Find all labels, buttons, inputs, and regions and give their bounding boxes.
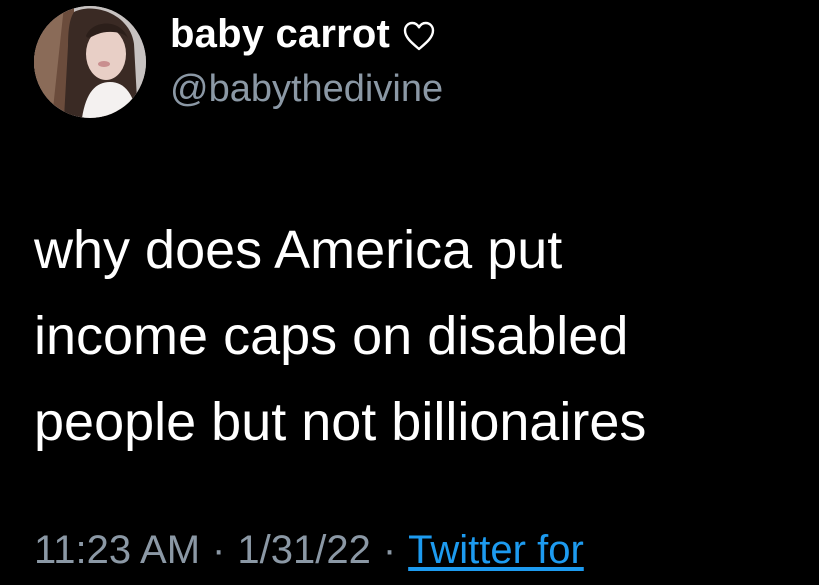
avatar[interactable]	[34, 6, 146, 118]
tweet-date[interactable]: 1/31/22	[237, 528, 370, 573]
tweet-source-link[interactable]: Twitter for	[408, 528, 584, 573]
avatar-photo	[34, 6, 146, 118]
white-heart-icon	[402, 20, 436, 52]
user-handle[interactable]: @babythedivine	[170, 68, 443, 111]
tweet-time[interactable]: 11:23 AM	[34, 528, 200, 573]
tweet-text: why does America put income caps on disa…	[34, 220, 647, 452]
display-name-row: baby carrot	[170, 6, 436, 62]
display-name[interactable]: baby carrot	[170, 12, 390, 57]
meta-separator: ·	[382, 527, 397, 572]
tweet-meta: 11:23 AM · 1/31/22 · Twitter for	[34, 520, 584, 580]
tweet-card: baby carrot @babythedivine why does Amer…	[0, 0, 819, 585]
meta-separator: ·	[212, 527, 226, 572]
